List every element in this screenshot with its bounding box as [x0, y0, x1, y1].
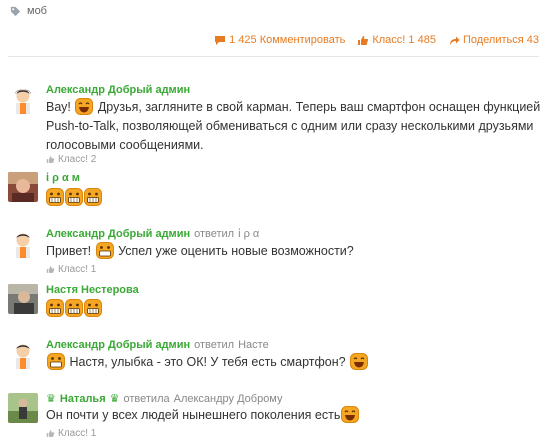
grinning-smiley-icon — [65, 299, 83, 317]
tag-label[interactable]: моб — [27, 5, 47, 17]
comment-like[interactable]: Класс! 1 — [46, 428, 96, 439]
comment-header: Настя Нестерова — [46, 284, 139, 296]
comment-header: ἰ ρ α м — [46, 172, 80, 184]
grinning-smiley-icon — [46, 188, 64, 206]
grinning-smiley-icon — [46, 299, 64, 317]
comment-header: Александр Добрый админ — [46, 84, 190, 96]
laughing-smiley-icon — [350, 353, 369, 370]
crown-icon: ♛ — [109, 393, 120, 405]
grinning-smiley-icon — [95, 242, 114, 259]
laughing-smiley-icon — [75, 98, 94, 115]
comment-author[interactable]: Александр Добрый админ — [46, 228, 190, 240]
comment-author[interactable]: Наталья — [60, 393, 106, 405]
avatar[interactable] — [8, 84, 38, 114]
replied-label: ответил — [194, 228, 235, 240]
comment-like[interactable]: Класс! 2 — [46, 154, 96, 165]
reply-to-name[interactable]: Насте — [238, 339, 269, 351]
comment-like[interactable]: Класс! 1 — [46, 264, 96, 275]
comment-text: Привет! Успел уже оценить новые возможно… — [46, 242, 354, 259]
comment-text: Вау! Друзья, загляните в свой карман. Те… — [46, 98, 541, 152]
tag-row: моб — [10, 3, 47, 19]
avatar[interactable] — [8, 393, 38, 423]
comment-text: Настя, улыбка - это ОК! У тебя есть смар… — [46, 353, 541, 372]
replied-label: ответила — [123, 392, 170, 405]
avatar[interactable] — [8, 284, 38, 314]
laughing-smiley-icon — [341, 406, 360, 423]
like-button[interactable]: Класс! 1 485 — [357, 34, 436, 46]
like-button-label: Класс! 1 485 — [372, 34, 436, 46]
crown-icon: ♛ — [46, 393, 56, 405]
replied-label: ответил — [194, 339, 235, 351]
comment-button-label: 1 425 Комментировать — [229, 34, 346, 46]
share-button[interactable]: Поделиться 43 — [448, 34, 539, 46]
comment-button[interactable]: 1 425 Комментировать — [214, 34, 345, 46]
thumbs-up-icon — [358, 35, 369, 45]
comment-icon — [215, 35, 226, 45]
avatar[interactable] — [8, 228, 38, 258]
comment-author[interactable]: Настя Нестерова — [46, 284, 139, 296]
comment-author[interactable]: Александр Добрый админ — [46, 339, 190, 351]
comment-text: Он почти у всех людей нынешнего поколени… — [46, 406, 541, 425]
thumbs-up-icon — [46, 266, 55, 273]
thumbs-up-icon — [46, 156, 55, 163]
post-actions: 1 425 Комментировать Класс! 1 485 Подели… — [214, 34, 539, 46]
grinning-smiley-icon — [47, 353, 65, 370]
avatar[interactable] — [8, 172, 38, 202]
comment-header: ♛ Наталья ♛ ответила Александру Доброму — [46, 392, 283, 406]
sticker-row — [46, 299, 103, 317]
thumbs-up-icon — [46, 430, 55, 437]
grinning-smiley-icon — [84, 299, 102, 317]
avatar[interactable] — [8, 339, 38, 369]
comment-author[interactable]: ἰ ρ α м — [46, 172, 80, 184]
grinning-smiley-icon — [65, 188, 83, 206]
share-icon — [449, 36, 460, 45]
comment-header: Александр Добрый админ ответил Насте — [46, 339, 269, 351]
reply-to-name[interactable]: ἰ ρ α — [238, 228, 259, 240]
comment-author[interactable]: Александр Добрый админ — [46, 84, 190, 96]
grinning-smiley-icon — [84, 188, 102, 206]
share-button-label: Поделиться 43 — [462, 34, 539, 46]
reply-to-name[interactable]: Александру Доброму — [174, 393, 283, 405]
tag-icon — [10, 6, 21, 16]
divider — [8, 56, 539, 57]
sticker-row — [46, 188, 103, 206]
comment-header: Александр Добрый админ ответил ἰ ρ α — [46, 228, 259, 240]
